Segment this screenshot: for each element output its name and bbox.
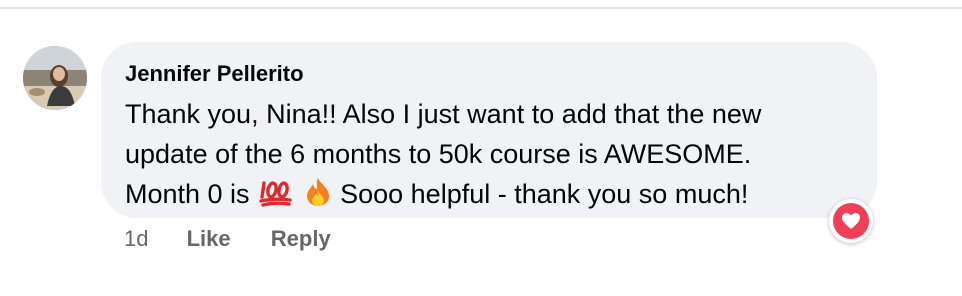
like-button[interactable]: Like xyxy=(187,224,231,254)
comment-actions: 1d Like Reply xyxy=(124,224,331,254)
comment-text: Thank you, Nina!! Also I just want to ad… xyxy=(125,94,853,218)
reply-button[interactable]: Reply xyxy=(271,224,331,254)
avatar[interactable] xyxy=(23,46,87,110)
comment-bubble: Jennifer Pellerito Thank you, Nina!! Als… xyxy=(101,42,877,218)
comment-timestamp[interactable]: 1d xyxy=(124,224,148,254)
reaction-badge[interactable] xyxy=(829,199,873,243)
comment-line: Month 0 is Sooo helpful - thank you so m… xyxy=(125,174,853,218)
comment-line: update of the 6 months to 50k course is … xyxy=(125,139,752,169)
comment-line: Thank you, Nina!! Also I just want to ad… xyxy=(125,99,762,129)
comment-line-suffix: Sooo helpful - thank you so much! xyxy=(340,179,749,209)
100-emoji-icon xyxy=(259,178,293,218)
comment-line-prefix: Month 0 is xyxy=(125,179,250,209)
heart-icon xyxy=(833,203,869,239)
divider xyxy=(0,7,962,9)
fire-emoji-icon xyxy=(305,177,331,218)
comment-author[interactable]: Jennifer Pellerito xyxy=(125,60,853,88)
